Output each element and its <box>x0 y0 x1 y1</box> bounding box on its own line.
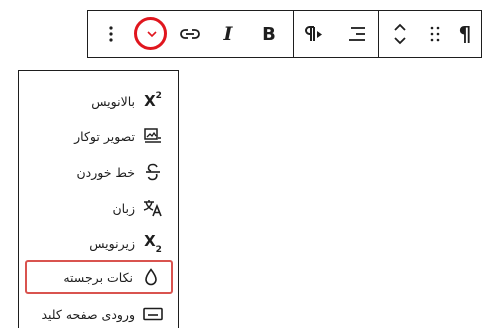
vertical-ellipsis-icon <box>108 26 113 42</box>
menu-item-language[interactable]: زبان <box>25 191 173 225</box>
align-right-icon <box>347 25 367 43</box>
toolbar-group-alignment <box>293 11 378 57</box>
chevron-up-down-icon <box>393 23 407 45</box>
keyboard-icon <box>143 304 163 324</box>
paragraph-icon: ¶ <box>458 22 472 46</box>
menu-item-label: بالانویس <box>91 93 135 109</box>
bold-button[interactable]: B <box>247 11 291 57</box>
move-up-down-button[interactable] <box>379 11 421 57</box>
more-formatting-dropdown-button[interactable] <box>133 11 171 57</box>
inline-image-icon <box>143 126 163 146</box>
italic-icon: I <box>223 23 233 45</box>
toolbar-group-block: ¶ <box>378 11 481 57</box>
menu-item-label: زبان <box>112 200 135 216</box>
italic-button[interactable]: I <box>209 11 247 57</box>
menu-item-label: تصویر توکار <box>74 128 135 144</box>
editor-canvas: I B ¶ بالانویس X2 تصویر توکار خط خوردن ز… <box>0 0 500 328</box>
menu-item-highlight[interactable]: نکات برجسته <box>25 260 173 294</box>
highlighter-icon <box>141 267 161 287</box>
language-icon <box>143 198 163 218</box>
block-type-paragraph-button[interactable]: ¶ <box>449 11 481 57</box>
text-direction-button[interactable] <box>294 11 336 57</box>
superscript-icon: X2 <box>144 90 162 110</box>
drag-dots-icon <box>430 26 440 42</box>
more-options-button[interactable] <box>88 11 133 57</box>
more-formatting-menu: بالانویس X2 تصویر توکار خط خوردن زبان زی… <box>18 70 179 328</box>
bold-icon: B <box>262 23 276 45</box>
highlight-ring <box>134 17 167 50</box>
menu-item-label: ورودی صفحه کلید <box>41 306 135 322</box>
strikethrough-icon <box>143 162 163 182</box>
subscript-icon: X2 <box>144 231 162 255</box>
link-icon <box>180 28 200 40</box>
paragraph-rtl-icon <box>305 25 325 43</box>
menu-item-label: خط خوردن <box>76 164 135 180</box>
menu-item-inline-image[interactable]: تصویر توکار <box>25 119 173 153</box>
menu-item-strikethrough[interactable]: خط خوردن <box>25 155 173 189</box>
menu-item-label: نکات برجسته <box>63 269 133 285</box>
align-button[interactable] <box>336 11 378 57</box>
menu-item-label: زیرنویس <box>89 235 135 251</box>
menu-item-subscript[interactable]: زیرنویس X2 <box>25 226 173 260</box>
drag-handle[interactable] <box>421 11 449 57</box>
menu-item-keyboard-input[interactable]: ورودی صفحه کلید <box>25 297 173 328</box>
block-toolbar: I B ¶ <box>87 10 482 58</box>
link-button[interactable] <box>171 11 209 57</box>
menu-item-superscript[interactable]: بالانویس X2 <box>25 84 173 118</box>
toolbar-group-formatting: I B <box>88 11 293 57</box>
